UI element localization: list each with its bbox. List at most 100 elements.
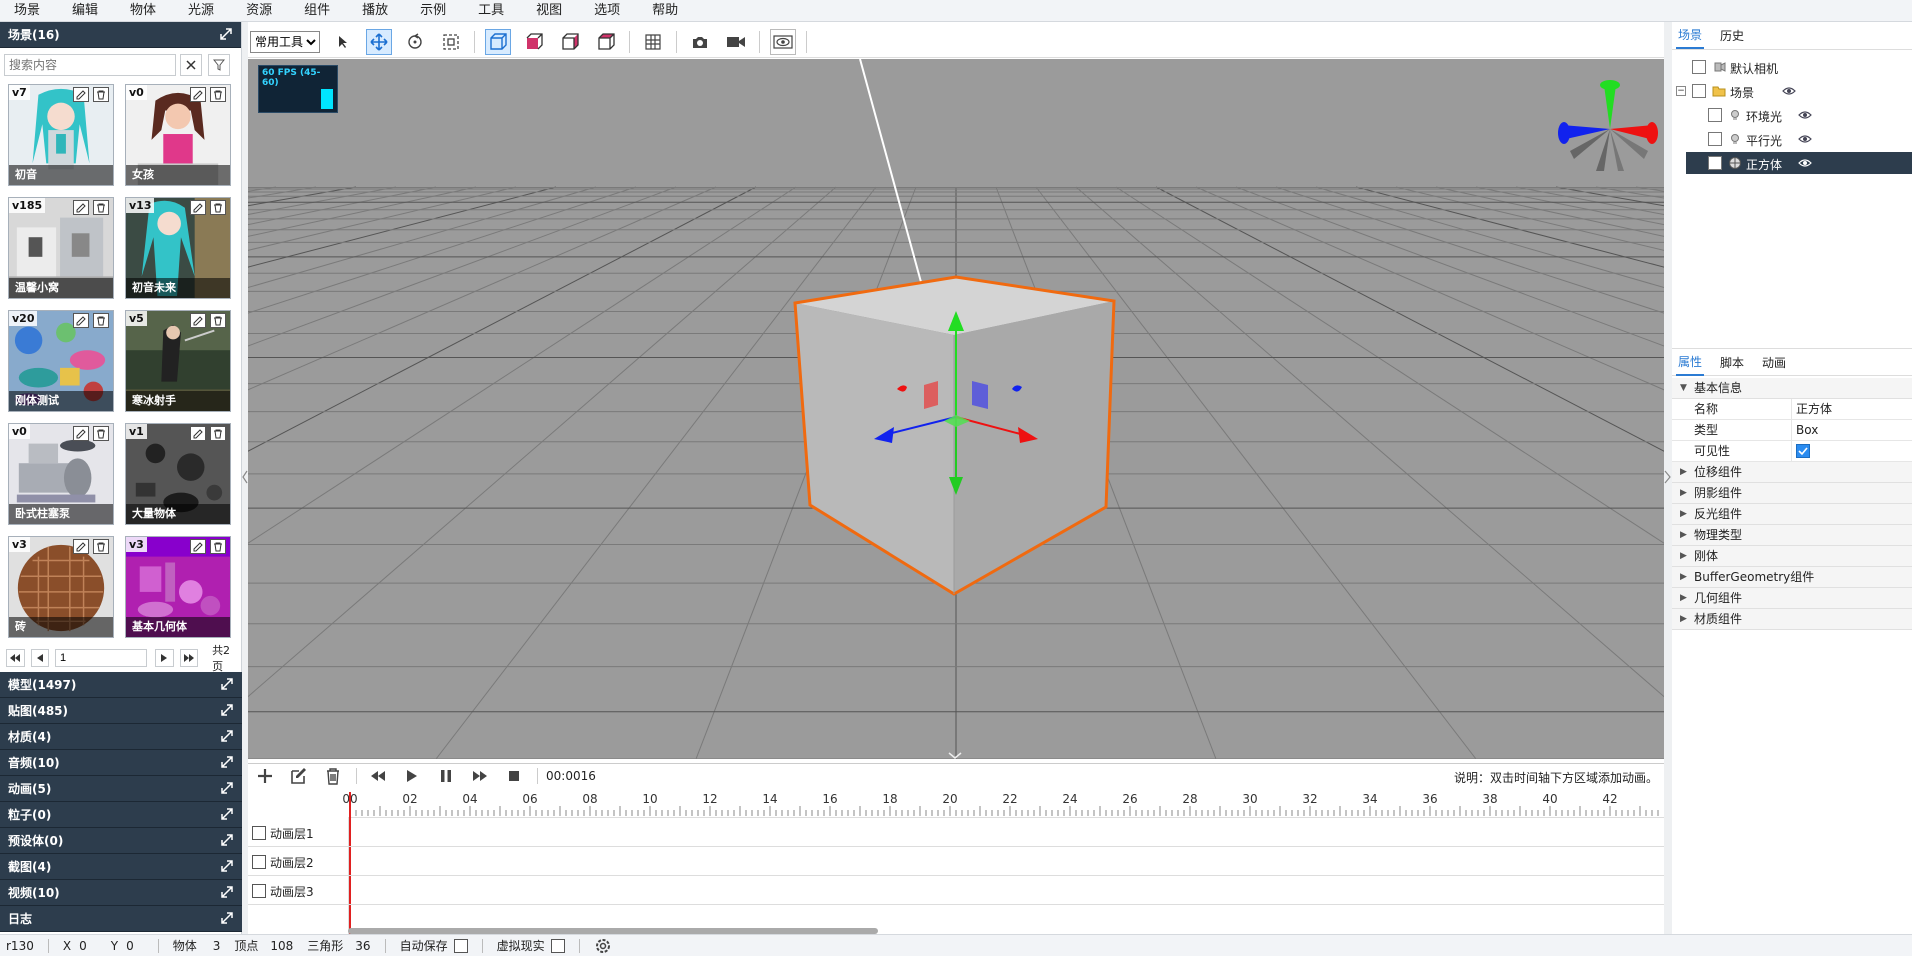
- basic-info-group[interactable]: ▼ 基本信息: [1672, 378, 1912, 399]
- component-group[interactable]: ▶ 刚体: [1672, 546, 1912, 567]
- eye-icon[interactable]: [1798, 134, 1812, 144]
- edit-scene-button[interactable]: [190, 539, 206, 554]
- outliner-node[interactable]: 正方体: [1686, 152, 1912, 174]
- outliner-node[interactable]: 默认相机: [1672, 56, 1912, 78]
- menu-item-9[interactable]: 视图: [522, 0, 576, 22]
- prev-page-button[interactable]: [30, 649, 50, 667]
- expand-icon[interactable]: [220, 859, 234, 873]
- edit-scene-button[interactable]: [73, 426, 89, 441]
- scene-panel-header[interactable]: 场景(16): [0, 22, 241, 48]
- timeline-ruler[interactable]: 0002040608101214161820222426283032343638…: [342, 790, 1664, 818]
- view-corner-button[interactable]: [593, 29, 619, 55]
- expand-icon[interactable]: [220, 755, 234, 769]
- node-checkbox[interactable]: [1692, 84, 1706, 98]
- component-group[interactable]: ▶ 几何组件: [1672, 588, 1912, 609]
- edit-scene-button[interactable]: [73, 539, 89, 554]
- preview-button[interactable]: [770, 28, 796, 55]
- node-checkbox[interactable]: [1708, 108, 1722, 122]
- last-page-button[interactable]: [179, 649, 199, 667]
- asset-section-header[interactable]: 音频(10): [0, 750, 242, 776]
- asset-section-header[interactable]: 贴图(485): [0, 698, 242, 724]
- layer-checkbox[interactable]: [252, 826, 266, 840]
- scene-search-input[interactable]: [4, 54, 176, 76]
- tool-select[interactable]: 常用工具: [250, 30, 320, 53]
- menu-item-6[interactable]: 播放: [348, 0, 402, 22]
- menu-item-4[interactable]: 资源: [232, 0, 286, 22]
- asset-section-header[interactable]: 模型(1497): [0, 672, 242, 698]
- expand-icon[interactable]: [220, 729, 234, 743]
- outliner-node[interactable]: 环境光: [1672, 104, 1912, 126]
- expand-icon[interactable]: [220, 677, 234, 691]
- expand-icon[interactable]: [219, 27, 233, 41]
- delete-scene-button[interactable]: [93, 200, 109, 215]
- orientation-gizmo[interactable]: [1558, 80, 1658, 171]
- view-top-button[interactable]: [521, 29, 547, 55]
- node-checkbox[interactable]: [1692, 60, 1706, 74]
- animation-layer[interactable]: 动画层2: [248, 848, 1664, 876]
- delete-scene-button[interactable]: [93, 426, 109, 441]
- outliner-node[interactable]: 平行光: [1672, 128, 1912, 150]
- eye-icon[interactable]: [1798, 158, 1812, 168]
- scene-card[interactable]: v5 寒冰射手: [125, 310, 231, 412]
- chevron-right-icon[interactable]: [1664, 470, 1672, 484]
- node-checkbox[interactable]: [1708, 156, 1722, 170]
- animation-layer[interactable]: 动画层3: [248, 877, 1664, 905]
- select-tool-button[interactable]: [330, 29, 356, 55]
- edit-scene-button[interactable]: [73, 313, 89, 328]
- component-group[interactable]: ▶ 物理类型: [1672, 525, 1912, 546]
- eye-icon[interactable]: [1798, 110, 1812, 120]
- tab-scene[interactable]: 场景: [1676, 22, 1705, 49]
- component-group[interactable]: ▶ 材质组件: [1672, 609, 1912, 630]
- scene-card[interactable]: v13 初音未来: [125, 197, 231, 299]
- tab-animation[interactable]: 动画: [1760, 350, 1788, 375]
- scene-card[interactable]: v3 砖: [8, 536, 114, 638]
- record-button[interactable]: [723, 29, 749, 55]
- vr-checkbox[interactable]: [550, 938, 565, 953]
- grid-button[interactable]: [640, 29, 666, 55]
- expand-icon[interactable]: [220, 781, 234, 795]
- search-clear-button[interactable]: [180, 54, 202, 76]
- component-group[interactable]: ▶ 反光组件: [1672, 504, 1912, 525]
- animation-layer[interactable]: 动画层1: [248, 819, 1664, 847]
- asset-section-header[interactable]: 粒子(0): [0, 802, 242, 828]
- layer-checkbox[interactable]: [252, 855, 266, 869]
- asset-section-header[interactable]: 截图(4): [0, 854, 242, 880]
- asset-section-header[interactable]: 日志: [0, 906, 242, 932]
- screenshot-button[interactable]: [687, 29, 713, 55]
- edit-animation-button[interactable]: [288, 765, 310, 787]
- scene-canvas[interactable]: [248, 59, 1664, 759]
- layer-checkbox[interactable]: [252, 884, 266, 898]
- expand-icon[interactable]: [220, 911, 234, 925]
- visibility-checkbox[interactable]: [1796, 444, 1810, 458]
- delete-scene-button[interactable]: [210, 87, 226, 102]
- asset-section-header[interactable]: 动画(5): [0, 776, 242, 802]
- menu-item-3[interactable]: 光源: [174, 0, 228, 22]
- menu-item-5[interactable]: 组件: [290, 0, 344, 22]
- eye-icon[interactable]: [1782, 86, 1796, 96]
- autosave-checkbox[interactable]: [453, 938, 468, 953]
- expand-icon[interactable]: [220, 885, 234, 899]
- menu-item-11[interactable]: 帮助: [638, 0, 692, 22]
- tab-properties[interactable]: 属性: [1676, 349, 1705, 376]
- page-input[interactable]: [55, 649, 148, 667]
- chevron-left-icon[interactable]: [242, 470, 248, 484]
- move-tool-button[interactable]: [366, 28, 392, 55]
- next-page-button[interactable]: [155, 649, 174, 667]
- collapse-timeline-icon[interactable]: [948, 749, 962, 759]
- property-value[interactable]: Box: [1792, 420, 1818, 440]
- delete-scene-button[interactable]: [93, 539, 109, 554]
- expand-icon[interactable]: [220, 807, 234, 821]
- delete-scene-button[interactable]: [93, 87, 109, 102]
- gear-icon[interactable]: [594, 937, 612, 955]
- menu-item-0[interactable]: 场景: [0, 0, 54, 22]
- add-animation-button[interactable]: [254, 765, 276, 787]
- asset-section-header[interactable]: 视频(10): [0, 880, 242, 906]
- delete-scene-button[interactable]: [210, 426, 226, 441]
- delete-animation-button[interactable]: [322, 765, 344, 787]
- fast-forward-button[interactable]: [469, 765, 491, 787]
- edit-scene-button[interactable]: [190, 313, 206, 328]
- stop-button[interactable]: [503, 765, 525, 787]
- edit-scene-button[interactable]: [73, 200, 89, 215]
- pause-button[interactable]: [435, 765, 457, 787]
- expand-icon[interactable]: [220, 703, 234, 717]
